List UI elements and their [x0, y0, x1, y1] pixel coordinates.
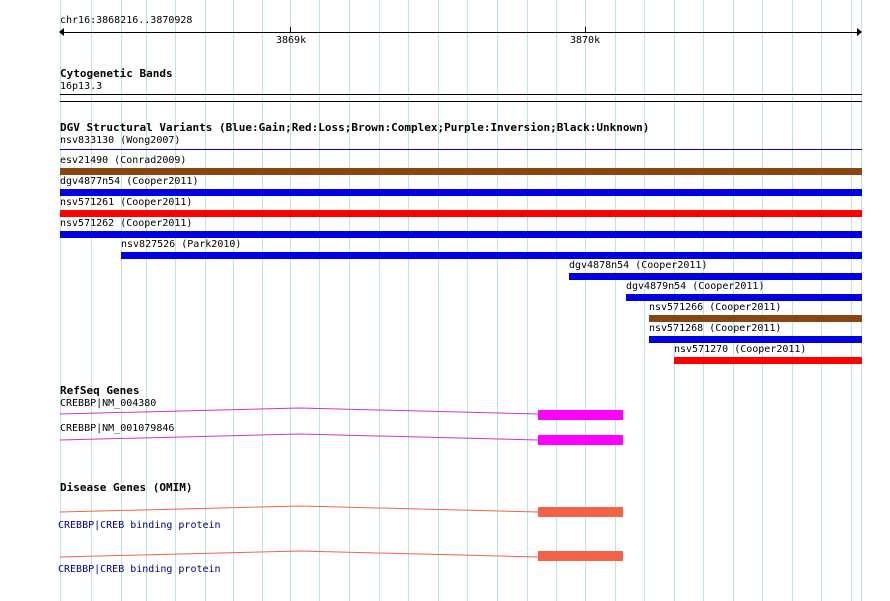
- refseq-gene-label[interactable]: CREBBP|NM_001079846: [60, 423, 174, 435]
- omim-intron-line[interactable]: [59, 505, 539, 513]
- omim-gene-label[interactable]: CREBBP|CREB binding protein: [58, 564, 221, 576]
- omim-intron-line[interactable]: [59, 550, 539, 558]
- omim-gene-bar[interactable]: [538, 551, 623, 561]
- refseq-intron-line[interactable]: [59, 407, 539, 415]
- refseq-exon-bar[interactable]: [538, 435, 623, 445]
- omim-gene-label[interactable]: CREBBP|CREB binding protein: [58, 520, 221, 532]
- refseq-exon-bar[interactable]: [538, 410, 623, 420]
- genome-browser-canvas: chr16:3868216..3870928 3869k 3870k Cytog…: [0, 0, 890, 601]
- omim-gene-bar[interactable]: [538, 507, 623, 517]
- gene-model-svg: [59, 407, 539, 558]
- omim-track-title[interactable]: Disease Genes (OMIM): [60, 482, 192, 494]
